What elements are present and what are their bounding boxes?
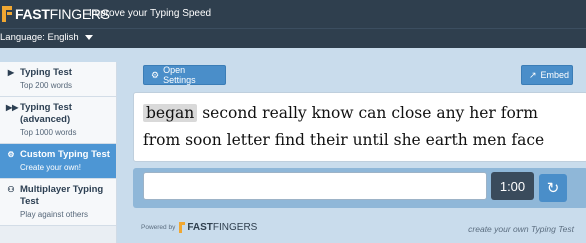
play-icon: ▶ bbox=[7, 68, 15, 77]
share-icon: ↗ bbox=[529, 69, 537, 80]
main-panel: ⚙ Open Settings ↗ Embed began second rea… bbox=[131, 62, 586, 243]
language-selector[interactable]: Language: English bbox=[0, 32, 93, 43]
footer-logo[interactable]: FAST FINGERS bbox=[179, 222, 257, 233]
sidebar-item-typing-test-advanced[interactable]: ▶▶ Typing Test (advanced) Top 1000 words bbox=[0, 97, 116, 144]
sidebar-nav: ▶ Typing Test Top 200 words ▶▶ Typing Test… bbox=[0, 62, 117, 243]
embed-button[interactable]: ↗ Embed bbox=[521, 65, 573, 85]
word-display: began second really know can close any h… bbox=[133, 92, 586, 162]
sidebar-item-label: Multiplayer Typing Test bbox=[20, 184, 104, 207]
site-tagline: Improve your Typing Speed bbox=[89, 8, 212, 19]
top-header: FASTFINGERS Improve your Typing Speed bbox=[0, 0, 586, 28]
gears-icon: ⚙ bbox=[7, 150, 15, 159]
logo-f-icon bbox=[2, 4, 14, 24]
typing-input[interactable] bbox=[143, 172, 487, 200]
input-row: 1:00 ↻ bbox=[133, 168, 586, 208]
sidebar-item-typing-test[interactable]: ▶ Typing Test Top 200 words bbox=[0, 62, 116, 97]
reset-button[interactable]: ↻ bbox=[539, 174, 567, 202]
sidebar-item-custom-typing-test[interactable]: ⚙ Custom Typing Test Create your own! bbox=[0, 144, 116, 179]
words-line-2: from soon letter find their until she ea… bbox=[143, 131, 545, 149]
open-settings-label: Open Settings bbox=[163, 65, 196, 85]
sidebar-item-label: Typing Test bbox=[20, 67, 72, 78]
chevron-down-icon bbox=[84, 35, 93, 40]
sidebar-item-label: Custom Typing Test bbox=[20, 149, 110, 160]
powered-by: Powered by FAST FINGERS bbox=[141, 222, 257, 233]
current-word: began bbox=[143, 104, 198, 122]
sidebar-item-multiplayer-typing-test[interactable]: ⚇ Multiplayer Typing Test Play against ot… bbox=[0, 179, 116, 226]
gear-icon: ⚙ bbox=[151, 69, 160, 80]
sidebar-item-sub: Play against others bbox=[20, 210, 89, 219]
fast-forward-icon: ▶▶ bbox=[6, 103, 19, 112]
logo-f-icon bbox=[179, 222, 186, 233]
embed-label: Embed bbox=[540, 70, 570, 80]
sidebar-item-sub: Top 200 words bbox=[20, 81, 73, 90]
create-typing-test-link[interactable]: create your own Typing Test bbox=[468, 224, 574, 234]
language-label: Language: English bbox=[0, 32, 79, 43]
open-settings-button[interactable]: ⚙ Open Settings bbox=[143, 65, 226, 85]
timer-display: 1:00 bbox=[491, 172, 534, 200]
words-line-1: second really know can close any her for… bbox=[202, 104, 538, 122]
users-icon: ⚇ bbox=[7, 185, 15, 194]
refresh-icon: ↻ bbox=[546, 180, 560, 197]
sidebar-item-label: Typing Test (advanced) bbox=[20, 102, 72, 125]
footer: Powered by FAST FINGERS create your own T… bbox=[131, 214, 579, 240]
sidebar-item-sub: Top 1000 words bbox=[20, 128, 77, 137]
language-bar: Language: English bbox=[0, 28, 586, 48]
sidebar-item-sub: Create your own! bbox=[20, 163, 81, 172]
powered-by-label: Powered by bbox=[141, 224, 176, 231]
